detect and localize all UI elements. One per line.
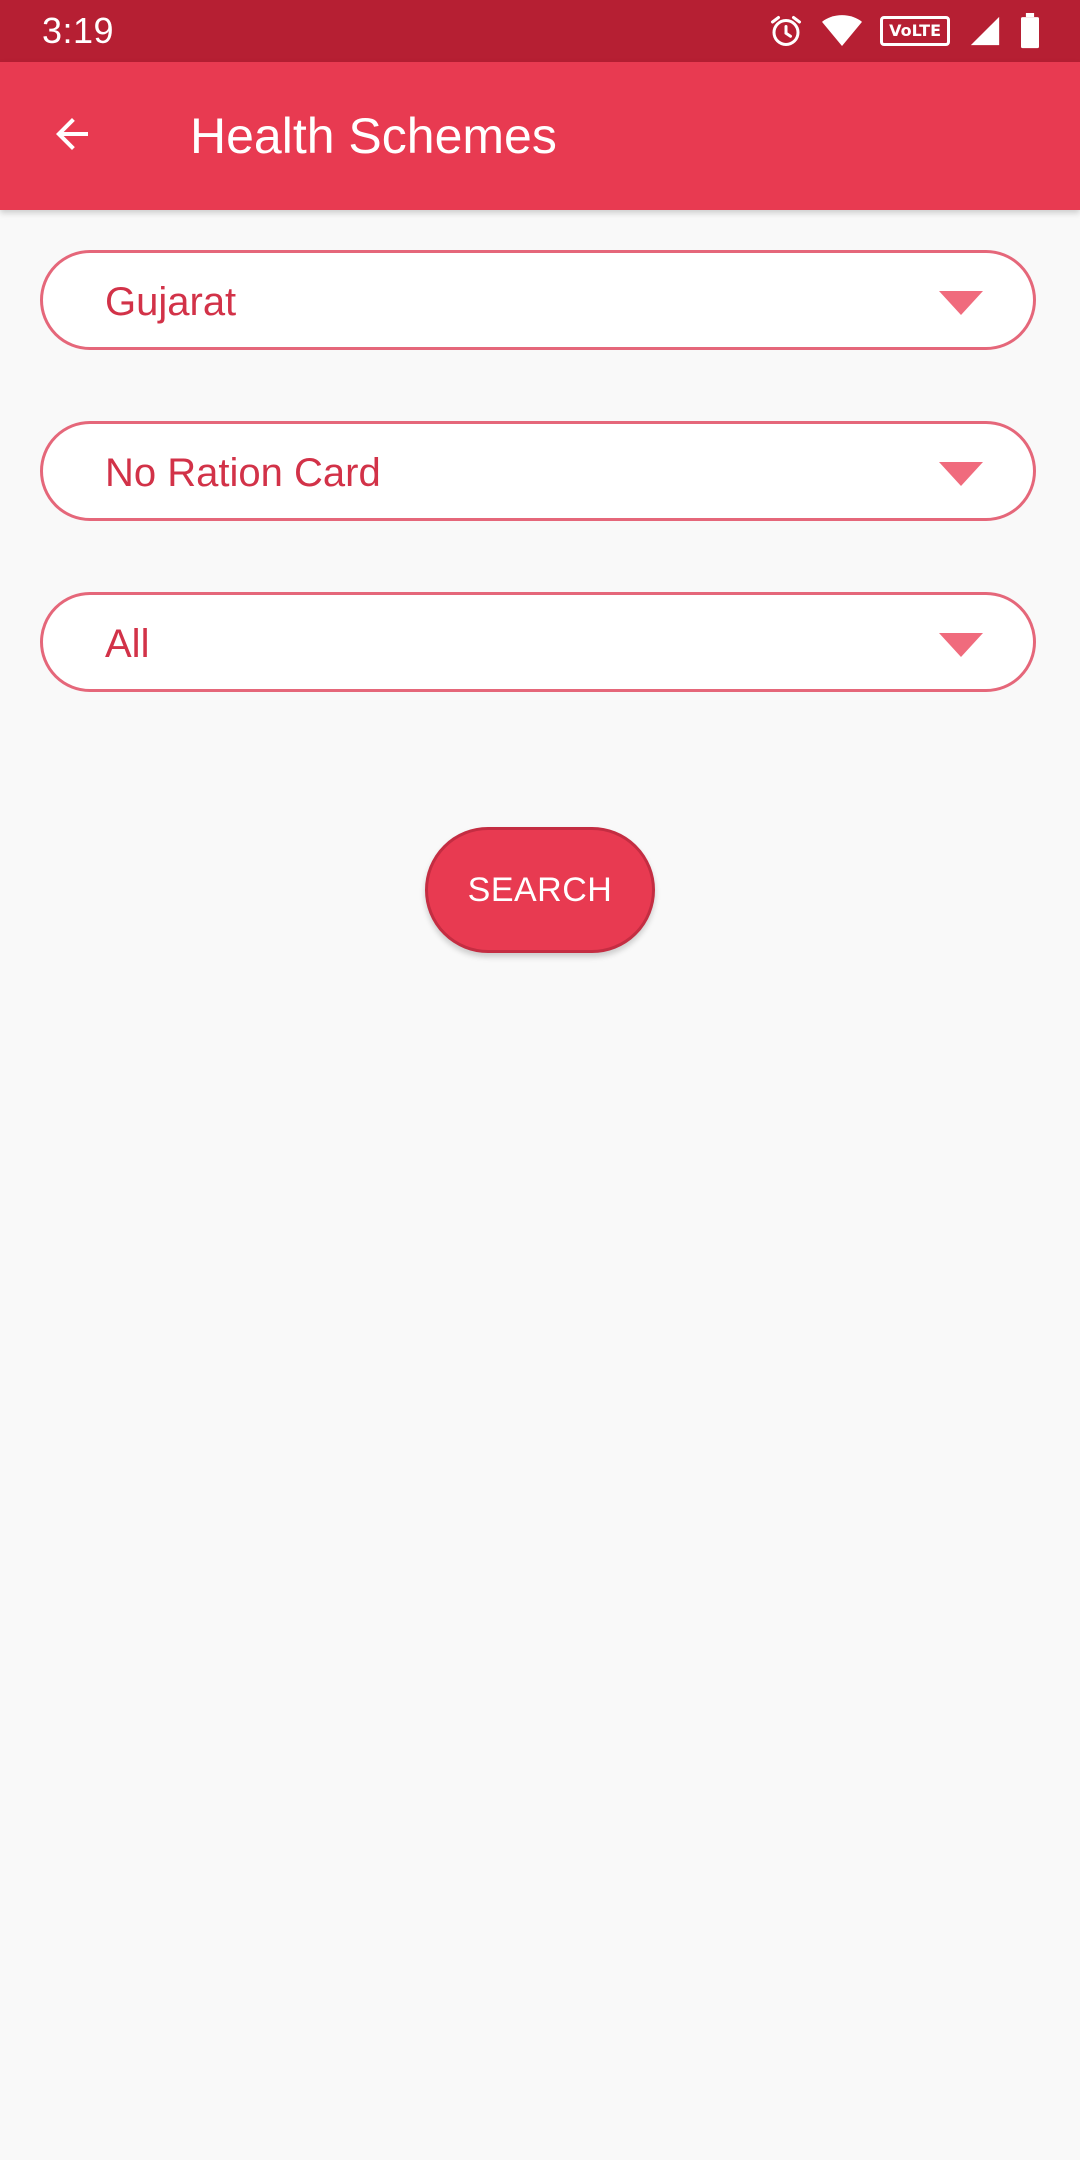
search-button[interactable]: SEARCH bbox=[425, 827, 655, 953]
status-icons: VoLTE bbox=[768, 12, 1040, 50]
volte-icon: VoLTE bbox=[880, 16, 950, 46]
page-title: Health Schemes bbox=[190, 108, 557, 164]
arrow-back-icon bbox=[48, 110, 96, 163]
status-time: 3:19 bbox=[42, 10, 115, 51]
dropdown-arrow-icon bbox=[939, 291, 983, 315]
status-bar: 3:19 VoLTE bbox=[0, 0, 1080, 62]
battery-icon bbox=[1020, 13, 1040, 49]
state-dropdown[interactable]: Gujarat bbox=[40, 250, 1036, 350]
dropdown-arrow-icon bbox=[939, 633, 983, 657]
back-button[interactable] bbox=[28, 98, 116, 174]
ration-card-dropdown-value: No Ration Card bbox=[105, 451, 381, 495]
app-bar: Health Schemes bbox=[0, 62, 1080, 210]
category-dropdown-value: All bbox=[105, 622, 150, 666]
cell-signal-icon bbox=[968, 14, 1002, 48]
dropdown-arrow-icon bbox=[939, 462, 983, 486]
category-dropdown[interactable]: All bbox=[40, 592, 1036, 692]
alarm-icon bbox=[768, 13, 804, 49]
ration-card-dropdown[interactable]: No Ration Card bbox=[40, 421, 1036, 521]
state-dropdown-value: Gujarat bbox=[105, 280, 237, 324]
wifi-icon bbox=[822, 14, 863, 48]
